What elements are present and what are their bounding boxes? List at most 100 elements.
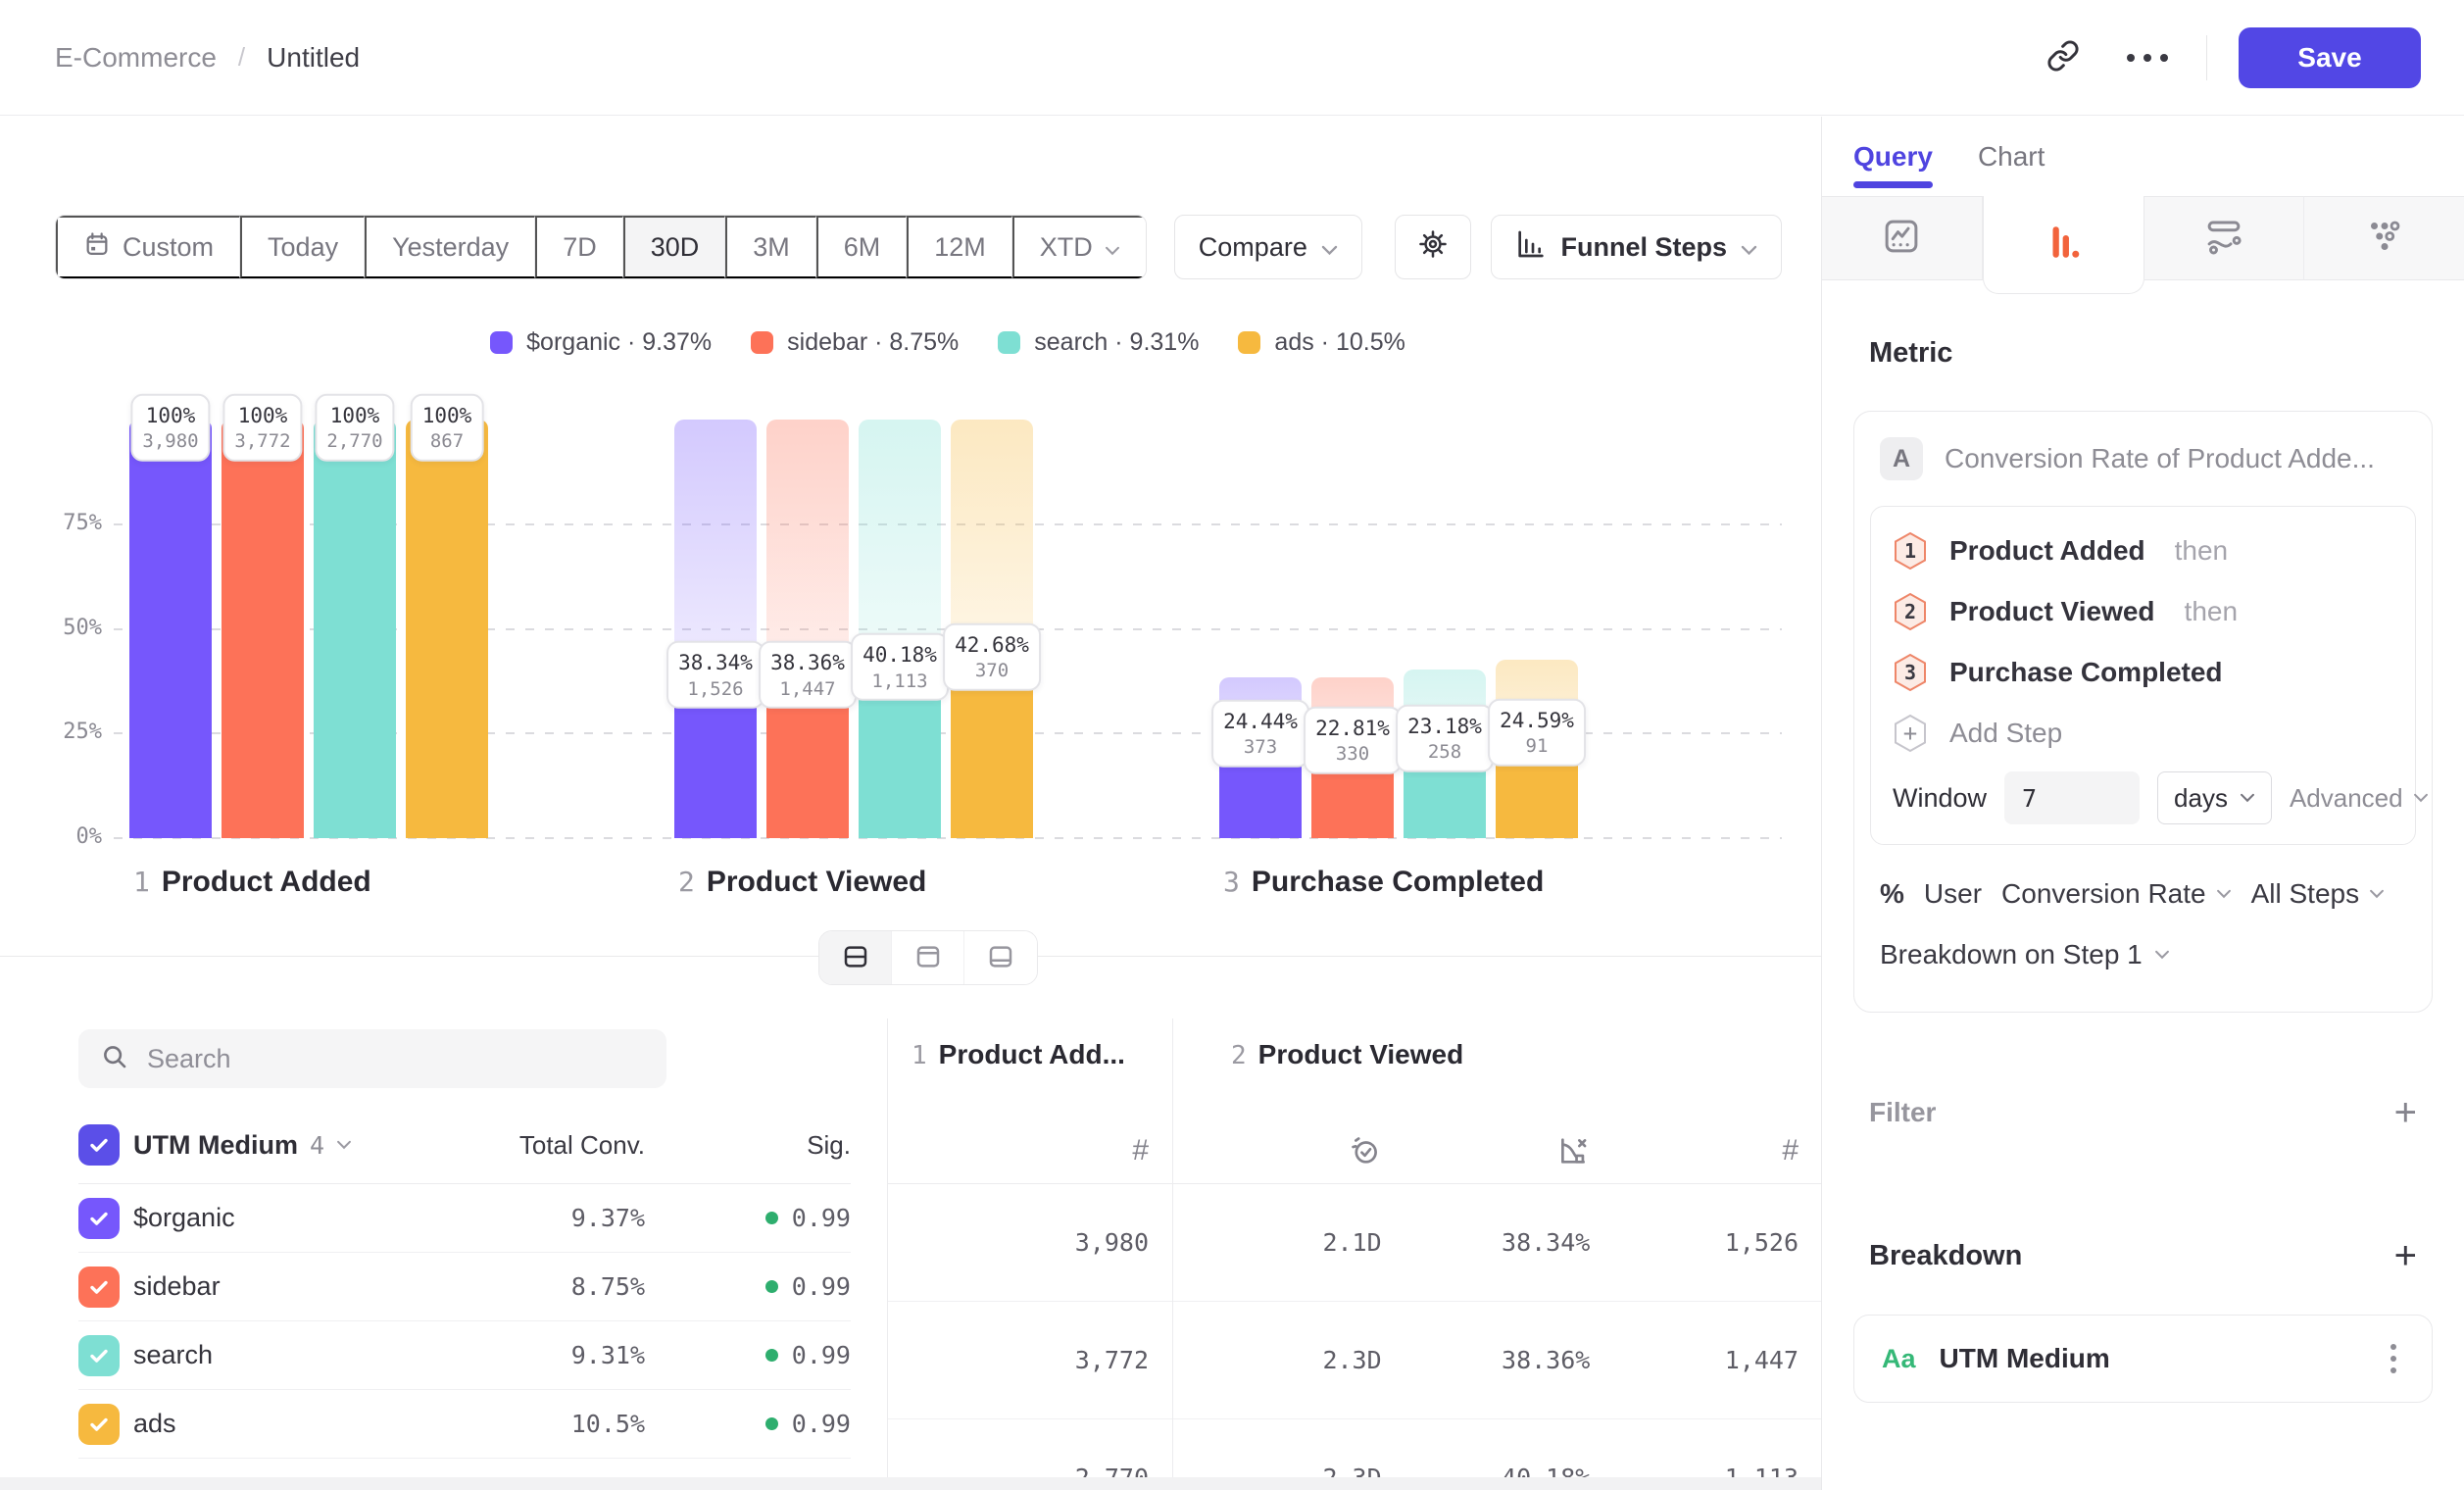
date-preset-3m[interactable]: 3M [725,216,816,278]
avg-time-icon[interactable] [1173,1134,1382,1167]
query-step-1[interactable]: 1Product Addedthen [1871,521,2415,581]
chart-settings-button[interactable] [1395,215,1471,279]
row-checkbox[interactable] [78,1266,120,1308]
count-icon[interactable]: # [888,1134,1149,1167]
date-preset-custom[interactable]: Custom [56,216,240,278]
advanced-toggle[interactable]: Advanced [2290,783,2429,814]
more-options-button[interactable] [2110,26,2185,89]
conversion-rate-icon[interactable] [1382,1134,1591,1167]
step1-column-title[interactable]: 1 Product Add... [912,1039,1125,1070]
share-link-button[interactable] [2026,26,2100,89]
table-row[interactable]: sidebar8.75%0.99 [78,1253,851,1321]
step2-count: 1,526 [1590,1228,1799,1257]
sig-column-header[interactable]: Sig. [645,1130,851,1161]
tab-query[interactable]: Query [1853,117,1933,196]
legend-item[interactable]: $organic · 9.37% [490,328,712,357]
bar-search-step2[interactable]: 40.18%1,113 [859,420,941,838]
row-label: ads [133,1409,478,1439]
add-breakdown-button[interactable]: + [2394,1236,2417,1275]
bar-count-label: 1,447 [770,676,845,701]
step-axis-label[interactable]: 2Product Viewed [678,866,926,899]
bar-sidebar-step2[interactable]: 38.36%1,447 [766,420,849,838]
count-icon[interactable]: # [1590,1134,1799,1167]
window-value-input[interactable] [2004,771,2140,824]
table-scrollbar-track[interactable] [0,1477,1821,1490]
tab-retention[interactable] [2304,196,2464,280]
bar-search-step1[interactable]: 100%2,770 [314,420,396,838]
legend-item[interactable]: search · 9.31% [998,328,1199,357]
bar-ads-step2[interactable]: 42.68%370 [951,420,1033,838]
date-preset-xtd[interactable]: XTD [1012,216,1146,278]
select-all-checkbox[interactable] [78,1124,120,1166]
bar-ads-step1[interactable]: 100%867 [406,420,488,838]
chart-type-selector[interactable]: Funnel Steps [1491,215,1782,279]
bar-pct-label: 22.81% [1315,714,1390,741]
conv-rate-value: 38.36% [1382,1346,1591,1374]
tab-funnels[interactable] [1983,196,2144,294]
date-preset-label: 6M [844,232,881,263]
search-input[interactable] [147,1044,645,1074]
date-preset-12m[interactable]: 12M [907,216,1012,278]
measure-metric-select[interactable]: Conversion Rate [2001,878,2232,910]
tab-flows[interactable] [2144,196,2305,280]
breadcrumb-project[interactable]: E-Commerce [55,42,217,74]
table-row-step1[interactable]: 3,980 [888,1184,1172,1302]
breakdown-on-step-select[interactable]: Breakdown on Step 1 [1880,939,2406,970]
bar-organic-step1[interactable]: 100%3,980 [129,420,212,838]
bar-organic-step2[interactable]: 38.34%1,526 [674,420,757,838]
query-step-3[interactable]: 3Purchase Completed [1871,642,2415,703]
table-row[interactable]: $organic9.37%0.99 [78,1184,851,1253]
date-preset-30d[interactable]: 30D [623,216,726,278]
metric-summary-row[interactable]: A Conversion Rate of Product Adde... [1870,437,2416,506]
date-preset-label: 12M [934,232,986,263]
breakdown-item-menu[interactable] [2383,1336,2404,1381]
query-step-2[interactable]: 2Product Viewedthen [1871,581,2415,642]
date-preset-yesterday[interactable]: Yesterday [365,216,535,278]
total-conv-column-header[interactable]: Total Conv. [478,1130,645,1161]
layout-top-icon [913,942,943,974]
step-axis-label[interactable]: 3Purchase Completed [1223,866,1544,899]
date-preset-7d[interactable]: 7D [535,216,623,278]
legend-item[interactable]: sidebar · 8.75% [751,328,959,357]
step-number: 1 [133,866,150,898]
add-filter-button[interactable]: + [2394,1093,2417,1132]
bar-organic-step3[interactable]: 24.44%373 [1219,420,1302,838]
bar-sidebar-step3[interactable]: 22.81%330 [1311,420,1394,838]
row-checkbox[interactable] [78,1198,120,1239]
layout-split-button[interactable] [819,931,892,984]
query-panel: Query Chart [1821,117,2464,1490]
row-checkbox[interactable] [78,1335,120,1376]
bar-search-step3[interactable]: 23.18%258 [1404,420,1486,838]
table-row-step1[interactable]: 3,772 [888,1302,1172,1419]
breadcrumb-report-title[interactable]: Untitled [267,42,360,74]
search-box[interactable] [78,1029,666,1088]
layout-bottom-icon [986,942,1015,974]
table-row[interactable]: ads10.5%0.99 [78,1390,851,1459]
table-row-step2[interactable]: 2.3D38.36%1,447 [1173,1302,1821,1419]
add-step-button[interactable]: + Add Step [1871,703,2415,764]
tab-insights[interactable] [1822,196,1983,280]
save-button[interactable]: Save [2239,27,2421,88]
step2-column-title[interactable]: 2 Product Viewed [1231,1039,1463,1070]
table-row[interactable]: search9.31%0.99 [78,1321,851,1390]
tab-chart[interactable]: Chart [1978,117,2045,196]
counting-method-select[interactable]: User [1924,878,1982,910]
date-preset-today[interactable]: Today [240,216,365,278]
step-axis-label[interactable]: 1 Product Added [133,866,371,899]
window-unit-select[interactable]: days [2157,771,2272,824]
date-preset-6m[interactable]: 6M [816,216,908,278]
legend-item[interactable]: ads · 10.5% [1238,328,1404,357]
bar-sidebar-step1[interactable]: 100%3,772 [222,420,304,838]
steps-scope-select[interactable]: All Steps [2251,878,2386,910]
breakdown-column-header[interactable]: UTM Medium 4 [133,1130,478,1161]
layout-table-only-button[interactable] [964,931,1037,984]
legend-label: $organic · 9.37% [526,328,712,357]
step-name: Product Added [162,866,371,899]
layout-chart-only-button[interactable] [892,931,964,984]
breakdown-item[interactable]: Aa UTM Medium [1853,1315,2433,1403]
bar-ads-step3[interactable]: 24.59%91 [1496,420,1578,838]
compare-button[interactable]: Compare [1174,215,1362,279]
table-row-step2[interactable]: 2.1D38.34%1,526 [1173,1184,1821,1302]
step-hexagon-badge: 1 [1893,531,1928,571]
row-checkbox[interactable] [78,1404,120,1445]
